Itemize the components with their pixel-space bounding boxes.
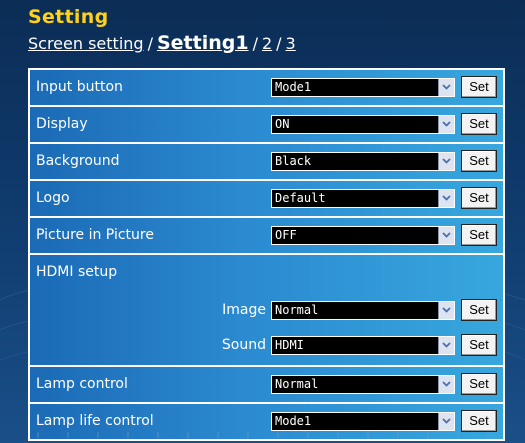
background-set-button[interactable]: Set [461,150,497,172]
lamp-control-select[interactable]: Normal [271,375,455,394]
lamp-control-select-value: Normal [275,377,319,391]
settings-panel: Input button Mode1 Set Display ON Set Ba… [28,68,505,441]
input-button-label: Input button [36,79,123,95]
row-input-button: Input button Mode1 Set [30,70,503,105]
hdmi-sound-select[interactable]: HDMI [271,336,455,355]
background-select-value: Black [275,154,312,168]
picture-in-picture-label: Picture in Picture [36,227,154,243]
chevron-down-icon [438,413,454,430]
chevron-down-icon [438,190,454,207]
hdmi-sound-set-button[interactable]: Set [461,334,497,356]
picture-in-picture-select[interactable]: OFF [271,226,455,245]
row-display: Display ON Set [30,107,503,142]
hdmi-image-label: Image [222,302,266,318]
chevron-down-icon [438,227,454,244]
lamp-life-control-select[interactable]: Mode1 [271,412,455,431]
lamp-control-label: Lamp control [36,376,128,392]
lamp-life-control-label: Lamp life control [36,413,154,429]
hdmi-image-set-button[interactable]: Set [461,299,497,321]
breadcrumb-page-3-link[interactable]: 3 [286,34,296,53]
input-button-select-value: Mode1 [275,80,312,94]
breadcrumb-separator: / [276,34,282,53]
breadcrumb-current-setting1: Setting1 [156,32,249,54]
breadcrumb: Screen setting / Setting1/2/3 [28,32,296,54]
logo-set-button[interactable]: Set [461,187,497,209]
chevron-down-icon [438,376,454,393]
display-select[interactable]: ON [271,115,455,134]
row-lamp-control: Lamp control Normal Set [30,367,503,402]
breadcrumb-screen-setting-link[interactable]: Screen setting [28,34,144,53]
row-logo: Logo Default Set [30,181,503,216]
picture-in-picture-select-value: OFF [275,228,297,242]
row-picture-in-picture: Picture in Picture OFF Set [30,218,503,253]
logo-select-value: Default [275,191,326,205]
chevron-down-icon [438,79,454,96]
row-lamp-life-control: Lamp life control Mode1 Set [30,404,503,439]
logo-select[interactable]: Default [271,189,455,208]
chevron-down-icon [438,337,454,354]
hdmi-sound-label: Sound [221,337,266,353]
hdmi-setup-label: HDMI setup [36,264,118,280]
lamp-control-set-button[interactable]: Set [461,373,497,395]
display-label: Display [36,116,88,132]
background-select[interactable]: Black [271,152,455,171]
display-select-value: ON [275,117,290,131]
input-button-set-button[interactable]: Set [461,76,497,98]
display-set-button[interactable]: Set [461,113,497,135]
input-button-select[interactable]: Mode1 [271,78,455,97]
breadcrumb-page-2-link[interactable]: 2 [262,34,272,53]
lamp-life-control-select-value: Mode1 [275,414,312,428]
chevron-down-icon [438,153,454,170]
row-background: Background Black Set [30,144,503,179]
chevron-down-icon [438,302,454,319]
hdmi-sound-select-value: HDMI [275,338,304,352]
chevron-down-icon [438,116,454,133]
lamp-life-control-set-button[interactable]: Set [461,410,497,432]
hdmi-image-select-value: Normal [275,303,319,317]
hdmi-image-select[interactable]: Normal [271,301,455,320]
logo-label: Logo [36,190,70,206]
background-label: Background [36,153,120,169]
breadcrumb-separator: / [147,34,153,53]
row-hdmi-setup: HDMI setup Image Normal Set Sound HDMI S… [30,255,503,365]
picture-in-picture-set-button[interactable]: Set [461,224,497,246]
breadcrumb-separator: / [252,34,258,53]
page-title: Setting [28,6,109,28]
